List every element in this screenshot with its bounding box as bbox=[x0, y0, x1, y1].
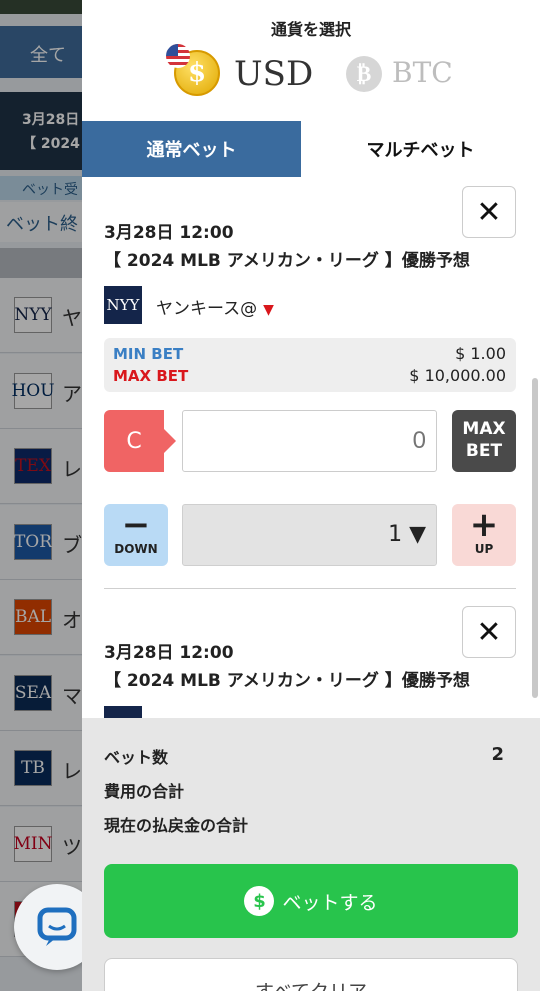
total-payout-label: 現在の払戻金の合計 bbox=[104, 816, 249, 835]
usd-label: USD bbox=[234, 54, 314, 94]
bet-event-title: 【 2024 MLB アメリカン・リーグ 】優勝予想 bbox=[104, 671, 470, 691]
total-cost-label: 費用の合計 bbox=[104, 782, 185, 801]
stake-row: C MAXBET bbox=[104, 410, 516, 474]
currency-title: 通貨を選択 bbox=[270, 20, 351, 39]
remove-bet-button[interactable]: ✕ bbox=[462, 606, 516, 658]
up-label: UP bbox=[474, 542, 494, 556]
quantity-down-button[interactable]: − DOWN bbox=[104, 504, 168, 566]
max-bet-button[interactable]: MAX BET bbox=[452, 410, 516, 472]
bet-count-value: 2 bbox=[491, 744, 504, 765]
bet-list: ✕ 3月28日 12:00 【 2024 MLB アメリカン・リーグ 】優勝予想… bbox=[82, 178, 540, 718]
max-bet-value: $ 10,000.00 bbox=[409, 366, 506, 385]
btc-label: BTC bbox=[392, 56, 453, 89]
bet-summary: ベット数 2 費用の合計 現在の払戻金の合計 $ ベットする すべてクリア bbox=[82, 718, 540, 991]
btc-coin-icon: ₿ bbox=[346, 56, 382, 92]
remove-bet-button[interactable]: ✕ bbox=[462, 186, 516, 238]
quantity-up-button[interactable]: + UP bbox=[452, 504, 516, 566]
odds-down-icon: ▼ bbox=[263, 302, 274, 318]
min-bet-value: $ 1.00 bbox=[455, 344, 506, 363]
bet-date: 3月28日 12:00 bbox=[104, 223, 234, 243]
bet-date: 3月28日 12:00 bbox=[104, 643, 234, 663]
bet-count-label: ベット数 bbox=[104, 748, 169, 767]
minus-icon: − bbox=[121, 505, 151, 545]
clear-stake-button[interactable]: C bbox=[104, 410, 176, 472]
tab-normal-bet[interactable]: 通常ベット bbox=[82, 121, 301, 177]
team-name: ヤンキース@ ▼ bbox=[156, 299, 274, 319]
dollar-icon: $ bbox=[244, 886, 275, 916]
tab-multi-bet[interactable]: マルチベット bbox=[301, 121, 540, 177]
team-logo bbox=[104, 706, 142, 718]
min-bet-label: MIN BET bbox=[113, 345, 184, 363]
currency-btc-option[interactable]: ₿ BTC bbox=[346, 50, 476, 100]
place-bet-label: ベットする bbox=[282, 891, 378, 914]
close-icon: ✕ bbox=[476, 614, 502, 650]
bet-divider bbox=[104, 588, 516, 589]
us-flag-icon bbox=[166, 44, 190, 68]
quantity-row: − DOWN 1 ▼ + UP bbox=[104, 504, 516, 568]
scrollbar[interactable] bbox=[532, 378, 538, 698]
quantity-select[interactable]: 1 ▼ bbox=[182, 504, 437, 566]
place-bet-button[interactable]: $ ベットする bbox=[104, 864, 518, 938]
max-bet-label: MAX BET bbox=[113, 367, 189, 385]
bet-limits: MIN BET $ 1.00 MAX BET $ 10,000.00 bbox=[104, 338, 516, 392]
plus-icon: + bbox=[469, 505, 499, 545]
bet-event-title: 【 2024 MLB アメリカン・リーグ 】優勝予想 bbox=[104, 251, 470, 271]
selection-row: NYY ヤンキース@ ▼ bbox=[104, 286, 404, 324]
down-label: DOWN bbox=[114, 542, 158, 556]
close-icon: ✕ bbox=[476, 194, 502, 230]
stake-input[interactable] bbox=[182, 410, 437, 472]
chat-icon bbox=[37, 907, 77, 946]
currency-usd-option[interactable]: $ USD bbox=[166, 44, 324, 102]
team-logo: NYY bbox=[104, 286, 142, 324]
selection-row bbox=[104, 706, 404, 718]
clear-all-button[interactable]: すべてクリア bbox=[104, 958, 518, 991]
bet-type-tabs: 通常ベット マルチベット bbox=[82, 121, 540, 177]
bet-slip-drawer: 通貨を選択 $ USD ₿ BTC 通常ベット マルチベット ✕ 3月28日 1… bbox=[82, 0, 540, 991]
